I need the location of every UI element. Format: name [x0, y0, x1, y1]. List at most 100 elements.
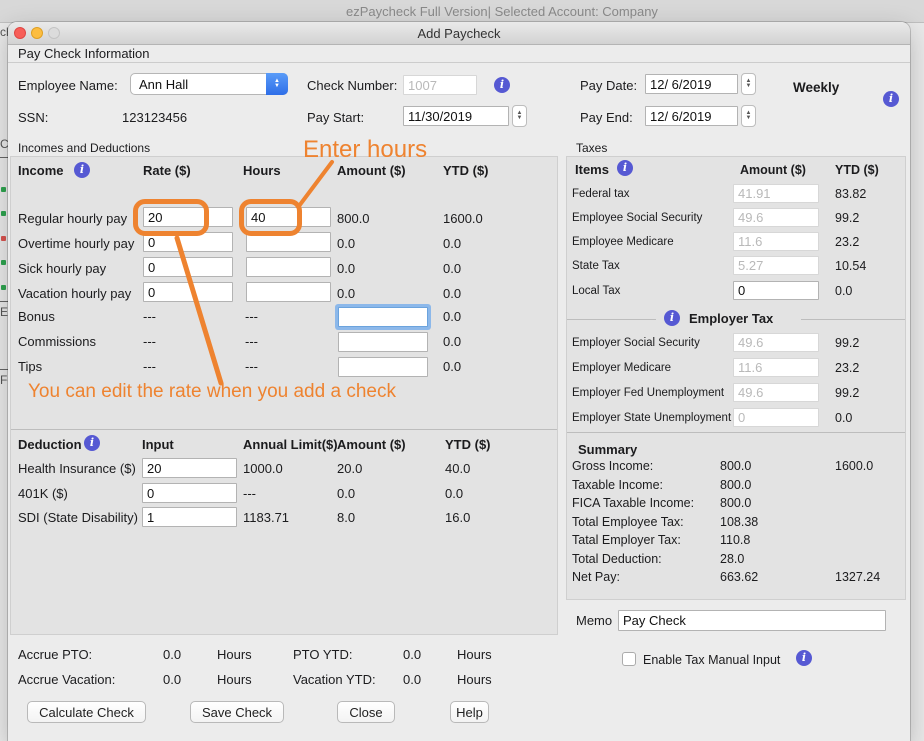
rate-input[interactable] [143, 282, 233, 302]
tax-amount-input [733, 256, 819, 275]
summary-value: 28.0 [720, 552, 744, 566]
tax-manual-info-icon[interactable] [796, 650, 812, 666]
income-row-label: Commissions [18, 334, 96, 349]
taxes-group-title: Taxes [576, 141, 607, 155]
local-tax-input[interactable] [733, 281, 819, 300]
background-window-fragment: Co [0, 137, 8, 151]
summary-value: 108.38 [720, 515, 758, 529]
deduction-ytd: 40.0 [445, 461, 470, 476]
deduction-ytd-column-header: YTD ($) [445, 437, 491, 452]
close-button[interactable]: Close [337, 701, 395, 723]
pay-date-stepper-icon[interactable] [741, 73, 756, 95]
background-window-fragment: Fo [0, 373, 8, 387]
hours-input[interactable] [246, 257, 331, 277]
employer-tax-row-label: Employer Social Security [572, 337, 700, 349]
tax-row-label: Employee Social Security [572, 212, 702, 224]
deduction-ytd: 16.0 [445, 510, 470, 525]
hours-input[interactable] [246, 232, 331, 252]
check-number-label: Check Number: [307, 78, 397, 93]
tax-ytd: 10.54 [835, 259, 866, 273]
rate-input[interactable] [143, 257, 233, 277]
enable-tax-manual-label: Enable Tax Manual Input [643, 653, 780, 667]
enable-tax-manual-checkbox[interactable] [622, 652, 636, 666]
background-icon-fragment [1, 236, 6, 241]
employer-tax-row-label: Employer Medicare [572, 362, 671, 374]
hours-input[interactable] [246, 282, 331, 302]
income-row-label: Tips [18, 359, 42, 374]
background-window-fragment: En [0, 305, 8, 319]
pay-frequency-label: Weekly [793, 80, 839, 95]
employer-tax-amount-input [733, 408, 819, 427]
income-amount: 0.0 [337, 286, 355, 301]
taxes-info-icon[interactable] [617, 160, 633, 176]
income-info-icon[interactable] [74, 162, 90, 178]
tax-row-label: Employee Medicare [572, 236, 674, 248]
ssn-value: 123123456 [122, 110, 187, 125]
income-row-label: Overtime hourly pay [18, 236, 134, 251]
income-ytd: 0.0 [443, 236, 461, 251]
income-amount: 0.0 [337, 236, 355, 251]
incomes-group-title: Incomes and Deductions [18, 141, 150, 155]
income-ytd: 0.0 [443, 334, 461, 349]
deduction-row-label: Health Insurance ($) [18, 461, 136, 476]
employee-name-label: Employee Name: [18, 78, 118, 93]
frequency-info-icon[interactable] [883, 91, 899, 107]
employee-name-select[interactable]: Ann Hall [130, 73, 288, 95]
summary-ytd: 1600.0 [835, 459, 873, 473]
save-check-button[interactable]: Save Check [190, 701, 284, 723]
pay-start-input[interactable] [403, 106, 509, 126]
tax-row-label: State Tax [572, 260, 620, 272]
accrue-row-label: Accrue PTO: [18, 647, 92, 662]
deduction-input[interactable] [142, 507, 237, 527]
deduction-info-icon[interactable] [84, 435, 100, 451]
hours-input[interactable] [246, 207, 331, 227]
rate-input[interactable] [143, 207, 233, 227]
hours-dashes: --- [245, 334, 258, 349]
background-icon-fragment [1, 260, 6, 265]
calculate-check-button[interactable]: Calculate Check [27, 701, 146, 723]
pay-end-stepper-icon[interactable] [741, 105, 756, 127]
pay-end-input[interactable] [645, 106, 738, 126]
check-number-input [403, 75, 477, 95]
deduction-input[interactable] [142, 458, 237, 478]
pay-date-input[interactable] [645, 74, 738, 94]
income-row-label: Vacation hourly pay [18, 286, 131, 301]
deduction-input[interactable] [142, 483, 237, 503]
deduction-amount: 20.0 [337, 461, 362, 476]
tax-row-label: Federal tax [572, 188, 630, 200]
hours-dashes: --- [245, 359, 258, 374]
employer-tax-info-icon[interactable] [664, 310, 680, 326]
divider [8, 62, 910, 63]
accrue-ytd-value: 0.0 [403, 647, 421, 662]
employer-tax-amount-input [733, 333, 819, 352]
bonus-amount-input[interactable] [338, 307, 428, 327]
accrue-ytd-label: Vacation YTD: [293, 672, 376, 687]
check-number-info-icon[interactable] [494, 77, 510, 93]
deduction-annual-limit: 1183.71 [243, 510, 289, 525]
memo-label: Memo [576, 613, 612, 628]
tax-row-label: Local Tax [572, 285, 620, 297]
input-column-header: Input [142, 437, 174, 452]
income-ytd: 1600.0 [443, 211, 483, 226]
accrue-unit: Hours [217, 672, 252, 687]
deduction-amount-column-header: Amount ($) [337, 437, 406, 452]
deduction-amount: 0.0 [337, 486, 355, 501]
income-amount: 800.0 [337, 211, 370, 226]
page-title: Pay Check Information [18, 46, 150, 61]
accrue-value: 0.0 [163, 672, 181, 687]
hours-dashes: --- [245, 309, 258, 324]
memo-input[interactable] [618, 610, 886, 631]
tax-ytd: 23.2 [835, 235, 859, 249]
help-button[interactable]: Help [450, 701, 489, 723]
pay-date-label: Pay Date: [580, 78, 637, 93]
employee-name-value: Ann Hall [139, 77, 188, 92]
summary-row-label: Gross Income: [572, 459, 653, 473]
summary-row-label: FICA Taxable Income: [572, 496, 694, 510]
rate-input[interactable] [143, 232, 233, 252]
accrue-row-label: Accrue Vacation: [18, 672, 115, 687]
tips-amount-input[interactable] [338, 357, 428, 377]
commissions-amount-input[interactable] [338, 332, 428, 352]
background-icon-fragment [1, 187, 6, 192]
pay-start-stepper-icon[interactable] [512, 105, 527, 127]
rate-column-header: Rate ($) [143, 163, 191, 178]
